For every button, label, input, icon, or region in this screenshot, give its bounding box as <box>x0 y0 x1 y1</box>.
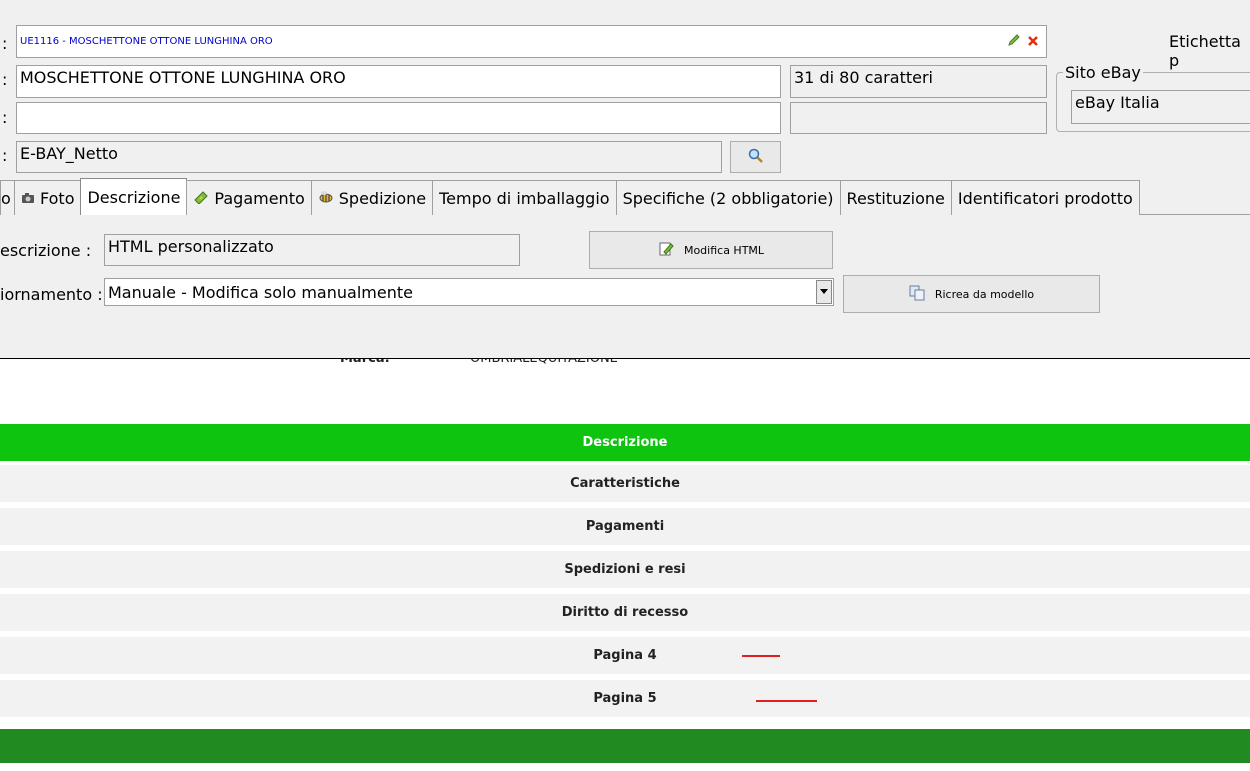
colon-label: : <box>2 34 8 53</box>
tab-label: Restituzione <box>846 188 945 208</box>
description-type-label: escrizione : <box>0 241 92 260</box>
preview-footer-bar <box>0 729 1250 763</box>
preview-row[interactable]: Pagamenti <box>0 508 1250 545</box>
camera-icon <box>21 189 35 208</box>
preview-brand-value: OMBRIALEQUITAZIONE <box>470 358 618 366</box>
sito-ebay-label: Sito eBay <box>1063 63 1143 82</box>
etichetta-label: Etichetta p <box>1169 32 1241 70</box>
description-type-field: HTML personalizzato <box>104 234 520 266</box>
copy-icon <box>909 285 925 304</box>
update-mode-label: iornamento : <box>0 285 103 304</box>
bee-icon <box>318 189 334 208</box>
tab-label: Foto <box>40 188 75 208</box>
update-mode-value: Manuale - Modifica solo manualmente <box>108 282 413 302</box>
char-count-field: 31 di 80 caratteri <box>790 65 1047 98</box>
red-underline <box>742 655 780 657</box>
tab-label: o <box>1 188 11 208</box>
preview-row[interactable]: Diritto di recesso <box>0 594 1250 631</box>
colon-label: : <box>2 70 8 89</box>
red-underline <box>756 700 817 702</box>
tab-foto[interactable]: Foto <box>14 180 82 215</box>
edit-html-button[interactable]: Modifica HTML <box>589 231 833 269</box>
tab-bar: o Foto Descrizione Pagamento Spedizione … <box>0 178 1140 215</box>
edit-html-label: Modifica HTML <box>683 243 765 257</box>
recreate-from-template-button[interactable]: Ricrea da modello <box>843 275 1100 313</box>
preview-row[interactable]: Caratteristiche <box>0 465 1250 502</box>
colon-label: : <box>2 108 8 127</box>
tab-tempo-imballaggio[interactable]: Tempo di imballaggio <box>432 180 617 215</box>
tab-partial[interactable]: o <box>0 180 15 215</box>
chevron-down-icon[interactable] <box>816 280 832 304</box>
sito-ebay-select[interactable]: eBay Italia <box>1071 90 1250 124</box>
html-preview[interactable]: Marca: OMBRIALEQUITAZIONE Descrizione Ca… <box>0 358 1250 771</box>
tab-restituzione[interactable]: Restituzione <box>839 180 952 215</box>
recreate-label: Ricrea da modello <box>934 287 1035 301</box>
tab-identificatori[interactable]: Identificatori prodotto <box>950 180 1140 215</box>
title-input[interactable]: MOSCHETTONE OTTONE LUNGHINA ORO <box>16 65 781 98</box>
money-icon <box>193 189 209 208</box>
preview-row[interactable]: Spedizioni e resi <box>0 551 1250 588</box>
tab-label: Pagamento <box>214 188 305 208</box>
preview-row[interactable]: Pagina 5 <box>0 680 1250 717</box>
search-icon <box>748 148 764 167</box>
update-mode-select[interactable]: Manuale - Modifica solo manualmente <box>104 278 834 306</box>
tab-label: Identificatori prodotto <box>957 188 1133 208</box>
item-code-field[interactable]: UE1116 - MOSCHETTONE OTTONE LUNGHINA ORO <box>16 25 1047 58</box>
tab-label: Descrizione <box>87 187 181 207</box>
subtitle-input[interactable] <box>16 102 781 134</box>
preview-header-descrizione[interactable]: Descrizione <box>0 424 1250 461</box>
tab-label: Spedizione <box>338 188 427 208</box>
tab-spedizione[interactable]: Spedizione <box>310 180 434 215</box>
tab-pagamento[interactable]: Pagamento <box>186 180 312 215</box>
tab-descrizione[interactable]: Descrizione <box>80 178 188 215</box>
delete-icon[interactable] <box>1027 32 1039 51</box>
item-code-text: UE1116 - MOSCHETTONE OTTONE LUNGHINA ORO <box>20 36 273 47</box>
colon-label: : <box>2 146 8 165</box>
preview-brand-label: Marca: <box>340 358 390 366</box>
search-button[interactable] <box>730 141 781 173</box>
pencil-icon[interactable] <box>1007 32 1021 51</box>
tab-label: Tempo di imballaggio <box>439 188 610 208</box>
tab-specifiche[interactable]: Specifiche (2 obbligatorie) <box>615 180 841 215</box>
subtitle-count-field <box>790 102 1047 134</box>
preview-row[interactable]: Pagina 4 <box>0 637 1250 674</box>
edit-document-icon <box>658 241 674 260</box>
category-field[interactable]: E-BAY_Netto <box>16 141 722 173</box>
tab-label: Specifiche (2 obbligatorie) <box>622 188 834 208</box>
